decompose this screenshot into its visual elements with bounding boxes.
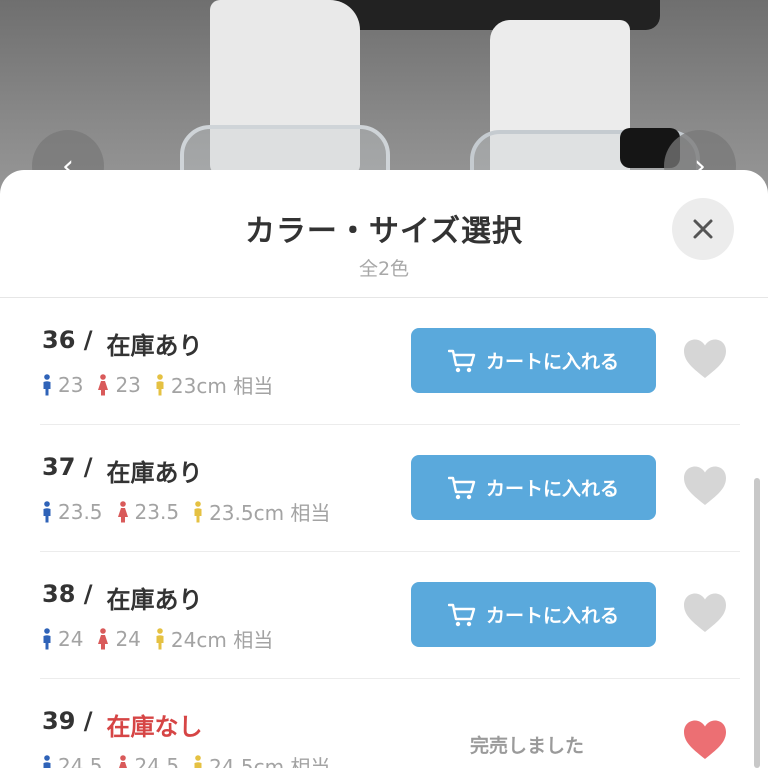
add-to-cart-button[interactable]: カートに入れる [411, 455, 656, 520]
unisex-icon [193, 500, 203, 523]
men-size: 23 [58, 372, 84, 397]
women-icon [97, 373, 109, 396]
men-size: 24 [58, 626, 84, 651]
favorite-button[interactable] [682, 338, 728, 382]
color-size-sheet: カラー・サイズ選択 全2色 36 / 在庫あり 23 23 23cm 相当 カー… [0, 170, 768, 768]
unisex-icon [155, 627, 165, 650]
men-icon [42, 373, 52, 396]
size-row: 39 / 在庫なし 24.5 24.5 24.5cm 相当 完売しました [40, 679, 740, 768]
close-icon [693, 219, 713, 239]
men-icon [42, 500, 52, 523]
add-to-cart-button[interactable]: カートに入れる [411, 328, 656, 393]
stock-status: 在庫あり [106, 459, 203, 487]
close-button[interactable] [672, 198, 734, 260]
add-to-cart-label: カートに入れる [485, 605, 619, 627]
women-icon [97, 627, 109, 650]
men-size: 24.5 [58, 753, 103, 768]
unisex-icon [193, 754, 203, 768]
stock-status: 在庫あり [106, 586, 203, 614]
size-label: 36 / [42, 326, 93, 354]
sold-out-label: 完売しました [470, 735, 585, 757]
stock-status: 在庫なし [106, 713, 203, 741]
stock-status: 在庫あり [106, 332, 203, 360]
heart-icon [684, 339, 726, 378]
size-equivalents: 24.5 24.5 24.5cm 相当 [42, 751, 344, 768]
size-equivalents: 23 23 23cm 相当 [42, 370, 287, 399]
men-icon [42, 627, 52, 650]
size-heading: 37 / 在庫あり [42, 453, 203, 488]
color-count: 全2色 [358, 258, 410, 280]
size-row: 38 / 在庫あり 24 24 24cm 相当 カートに入れる [40, 552, 740, 679]
women-icon [117, 500, 129, 523]
favorite-button[interactable] [682, 592, 728, 636]
women-size: 23 [115, 372, 141, 397]
heart-icon [684, 466, 726, 505]
size-row: 36 / 在庫あり 23 23 23cm 相当 カートに入れる [40, 298, 740, 425]
add-to-cart-button[interactable]: カートに入れる [411, 582, 656, 647]
size-heading: 39 / 在庫なし [42, 707, 203, 742]
men-icon [42, 754, 52, 768]
size-label: 39 / [42, 707, 93, 735]
scrollbar[interactable] [754, 478, 760, 768]
cart-icon [447, 603, 476, 626]
size-label: 37 / [42, 453, 93, 481]
unisex-icon [155, 373, 165, 396]
favorite-button[interactable] [682, 719, 728, 763]
cm-size: 24cm 相当 [170, 628, 274, 652]
size-list: 36 / 在庫あり 23 23 23cm 相当 カートに入れる 37 / 在庫あ… [40, 298, 740, 768]
size-heading: 38 / 在庫あり [42, 580, 203, 615]
size-heading: 36 / 在庫あり [42, 326, 203, 361]
sheet-header: カラー・サイズ選択 全2色 [0, 170, 768, 298]
cm-size: 24.5cm 相当 [209, 755, 331, 768]
cm-size: 23cm 相当 [170, 374, 274, 398]
men-size: 23.5 [58, 499, 103, 524]
cm-size: 23.5cm 相当 [209, 501, 331, 525]
size-equivalents: 24 24 24cm 相当 [42, 624, 287, 653]
size-row: 37 / 在庫あり 23.5 23.5 23.5cm 相当 カートに入れる [40, 425, 740, 552]
heart-icon [684, 720, 726, 759]
women-size: 24.5 [134, 753, 180, 768]
cart-icon [447, 349, 476, 372]
women-size: 24 [115, 626, 141, 651]
size-label: 38 / [42, 580, 93, 608]
women-size: 23.5 [134, 499, 180, 524]
add-to-cart-label: カートに入れる [485, 478, 619, 500]
size-equivalents: 23.5 23.5 23.5cm 相当 [42, 497, 344, 526]
favorite-button[interactable] [682, 465, 728, 509]
cart-icon [447, 476, 476, 499]
women-icon [117, 754, 129, 768]
heart-icon [684, 593, 726, 632]
sheet-title: カラー・サイズ選択 [244, 214, 524, 249]
add-to-cart-label: カートに入れる [485, 351, 619, 373]
